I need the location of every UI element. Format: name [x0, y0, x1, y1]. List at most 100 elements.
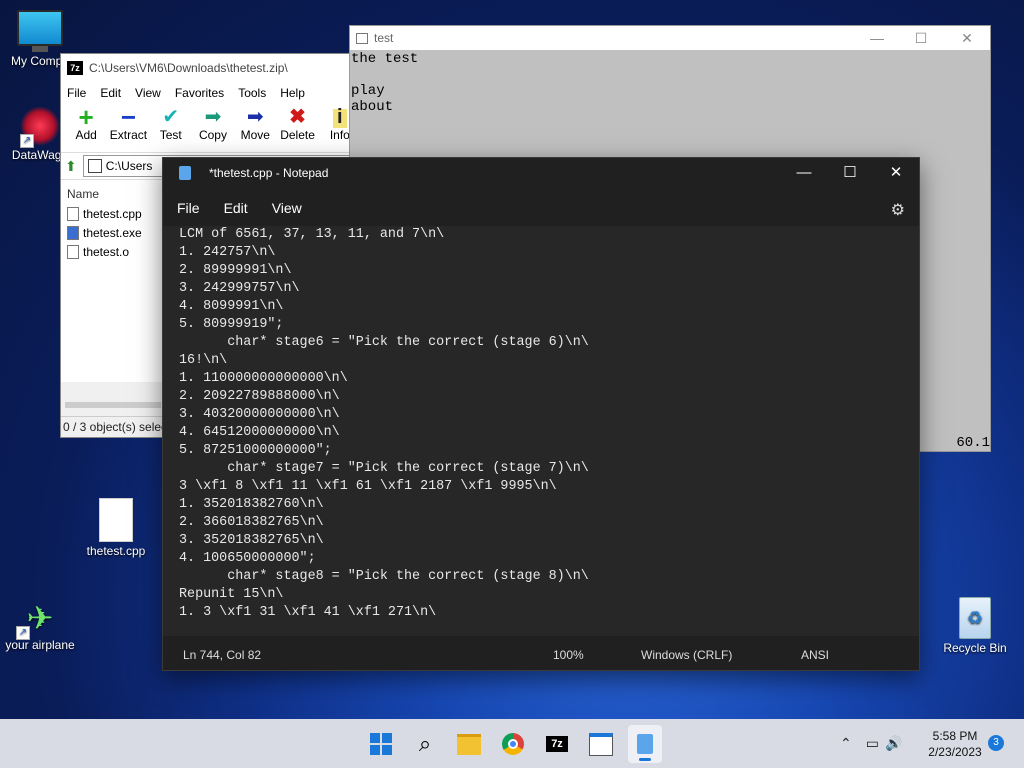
copy-label: Copy: [198, 128, 227, 142]
network-icon[interactable]: ▭: [866, 735, 879, 752]
notepad-window[interactable]: *thetest.cpp - Notepad — ☐ ✕ File Edit V…: [162, 157, 920, 671]
volume-icon[interactable]: 🔊: [885, 735, 902, 752]
7zip-icon: 7z: [67, 61, 83, 75]
code-line: 1. 352018382760\n\: [179, 497, 324, 512]
test-label: Test: [159, 128, 182, 142]
zip-menu-view[interactable]: View: [135, 86, 161, 100]
zip-address-text: C:\Users: [105, 159, 153, 173]
copy-arrow-icon: ➡: [204, 106, 222, 128]
move-button[interactable]: ➡ Move: [234, 104, 276, 152]
code-line: char* stage7 = "Pick the correct (stage …: [179, 461, 589, 476]
file-explorer-button[interactable]: [454, 729, 484, 759]
delete-button[interactable]: ✖ Delete: [276, 104, 318, 152]
test-blank-line: [351, 67, 989, 83]
close-button[interactable]: ✕: [873, 158, 919, 188]
window-app-icon: [589, 732, 613, 756]
text-editor[interactable]: LCM of 6561, 37, 13, 11, and 7\n\ 1. 242…: [163, 226, 919, 636]
code-line: 1. 242757\n\: [179, 245, 276, 260]
zip-menu-file[interactable]: File: [67, 86, 86, 100]
file-icon: [99, 498, 133, 542]
up-folder-icon[interactable]: ⬆: [65, 158, 77, 175]
gear-icon[interactable]: ⚙: [891, 200, 905, 220]
info-icon: i: [332, 104, 347, 128]
zip-menu-help[interactable]: Help: [280, 86, 305, 100]
code-line: Repunit 15\n\: [179, 587, 284, 602]
code-line: 2. 20922789888000\n\: [179, 389, 340, 404]
desktop-icon-label: thetest.cpp: [86, 544, 146, 558]
menu-option-about[interactable]: about: [351, 99, 989, 115]
delete-label: Delete: [280, 128, 315, 142]
test-window-icon: [356, 32, 368, 44]
plus-icon: +: [78, 102, 94, 132]
test-button[interactable]: ✔ Test: [150, 104, 192, 152]
zip-scrollbar[interactable]: [65, 402, 161, 408]
desktop-icon-your-airplane[interactable]: ✈ ↗ your airplane: [0, 600, 80, 652]
zip-title: C:\Users\VM6\Downloads\thetest.zip\: [89, 61, 288, 75]
add-label: Add: [75, 128, 97, 142]
zip-menu-edit[interactable]: Edit: [100, 86, 121, 100]
menu-edit[interactable]: Edit: [224, 200, 248, 216]
notepad-taskbar-button[interactable]: [628, 725, 662, 763]
object-file-icon: [67, 244, 79, 259]
start-button[interactable]: [366, 729, 396, 759]
chrome-icon: [502, 733, 524, 755]
code-line: 3. 242999757\n\: [179, 281, 300, 296]
copy-button[interactable]: ➡ Copy: [192, 104, 234, 152]
search-button[interactable]: ⌕: [410, 729, 440, 759]
test-minimize-button[interactable]: —: [854, 26, 900, 50]
test-heading: the test: [351, 51, 419, 67]
move-arrow-icon: ➡: [246, 106, 264, 128]
code-line: 4. 64512000000000\n\: [179, 425, 340, 440]
maximize-button[interactable]: ☐: [827, 158, 873, 188]
test-content: the test play about: [350, 50, 990, 116]
code-line: 3. 352018382765\n\: [179, 533, 324, 548]
windows-logo-icon: [370, 733, 392, 755]
code-line: 3. 40320000000000\n\: [179, 407, 340, 422]
clock-time: 5:58 PM: [932, 729, 978, 743]
zip-toolbar: + Add − Extract ✔ Test ➡ Copy ➡ Move ✖ Delete …: [61, 104, 361, 153]
chevron-up-icon[interactable]: ⌃: [840, 735, 852, 752]
datawagon-icon: ↗: [20, 106, 60, 148]
zip-menu-favorites[interactable]: Favorites: [175, 86, 224, 100]
7zip-taskbar-button[interactable]: 7z: [542, 729, 572, 759]
code-line: 16!\n\: [179, 353, 228, 368]
test-app-taskbar-button[interactable]: [586, 729, 616, 759]
info-label: Info: [329, 128, 350, 142]
monitor-icon: [17, 10, 63, 46]
desktop-icon-recycle-bin[interactable]: ♻ Recycle Bin: [935, 597, 1015, 655]
menu-file[interactable]: File: [177, 200, 200, 216]
test-title: test: [374, 31, 394, 45]
zip-titlebar[interactable]: 7z C:\Users\VM6\Downloads\thetest.zip\: [61, 54, 361, 82]
menu-option-play[interactable]: play: [351, 83, 989, 99]
notification-badge[interactable]: 3: [988, 735, 1004, 751]
desktop-icon-label: Recycle Bin: [943, 641, 1007, 655]
code-line: 2. 366018382765\n\: [179, 515, 324, 530]
code-line: 4. 8099991\n\: [179, 299, 284, 314]
notepad-menubar: File Edit View: [163, 188, 919, 228]
zip-menu-tools[interactable]: Tools: [238, 86, 266, 100]
file-name: thetest.exe: [83, 225, 142, 240]
search-icon: ⌕: [418, 731, 432, 756]
taskbar: ⌕ 7z ⌃ ▭ 🔊 5:58 PM 2/23/2023 3: [0, 719, 1024, 768]
code-line: LCM of 6561, 37, 13, 11, and 7\n\: [179, 227, 445, 242]
file-name: thetest.cpp: [83, 206, 142, 221]
cpp-file-icon: [67, 206, 79, 221]
line-ending: Windows (CRLF): [641, 648, 733, 662]
exe-file-icon: [67, 225, 79, 240]
clock[interactable]: 5:58 PM 2/23/2023: [920, 728, 990, 760]
chrome-button[interactable]: [498, 729, 528, 759]
notepad-title: *thetest.cpp - Notepad: [209, 166, 329, 180]
fps-counter: 60.1: [956, 435, 990, 451]
minimize-button[interactable]: —: [781, 158, 827, 188]
add-button[interactable]: + Add: [65, 104, 107, 152]
code-line: 3 \xf1 8 \xf1 11 \xf1 61 \xf1 2187 \xf1 …: [179, 479, 557, 494]
extract-button[interactable]: − Extract: [107, 104, 149, 152]
active-app-indicator: [639, 758, 651, 761]
notepad-icon: [179, 166, 191, 180]
menu-view[interactable]: View: [272, 200, 302, 216]
desktop-icon-thetest-cpp[interactable]: thetest.cpp: [76, 498, 156, 558]
test-close-button[interactable]: ✕: [944, 26, 990, 50]
recycle-bin-icon: ♻: [959, 597, 991, 639]
test-maximize-button[interactable]: ☐: [898, 26, 944, 50]
code-line: 1. 110000000000000\n\: [179, 371, 348, 386]
